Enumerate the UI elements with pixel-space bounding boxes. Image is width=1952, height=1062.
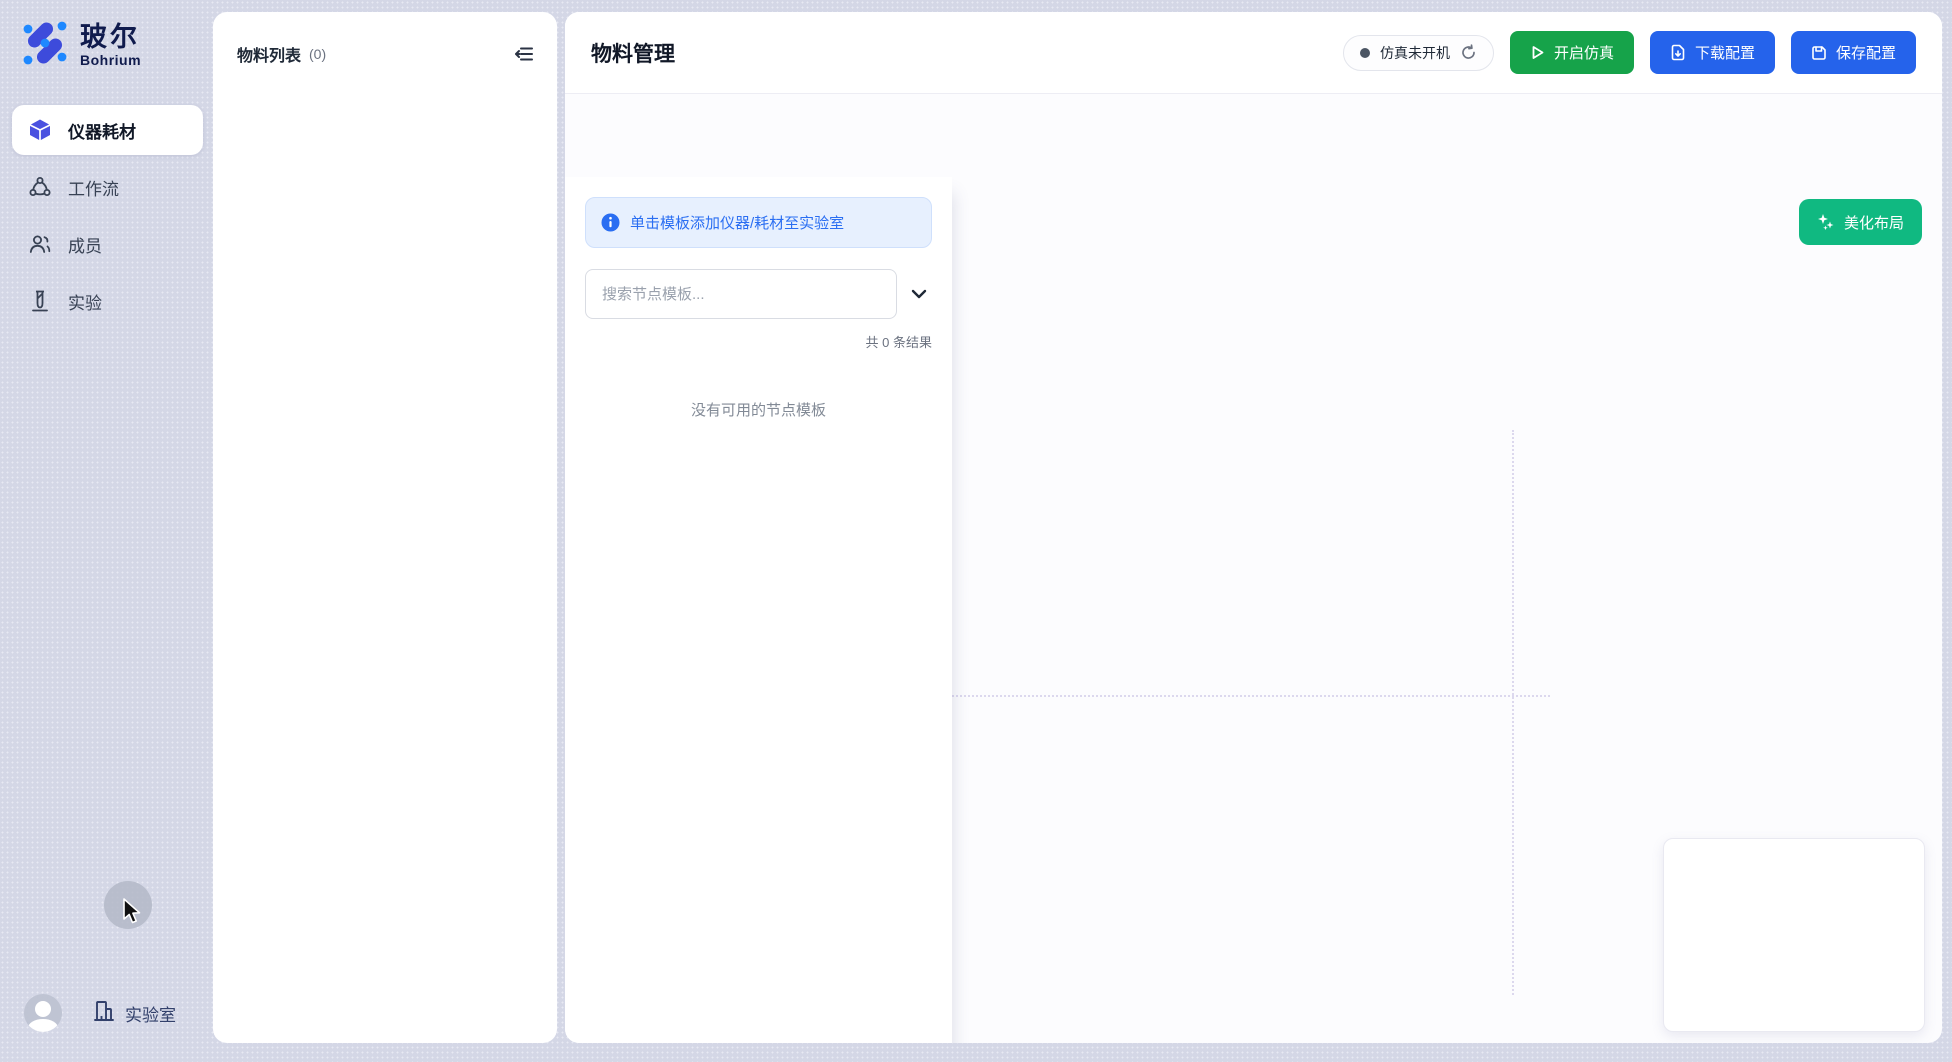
material-list-count: (0)	[309, 46, 326, 62]
template-hint-banner: 单击模板添加仪器/耗材至实验室	[585, 197, 932, 248]
workflow-icon	[28, 175, 52, 199]
main-header: 物料管理 仿真未开机 开启仿真	[565, 12, 1942, 94]
lab-entry-label: 实验室	[125, 1001, 176, 1026]
material-list-panel: 物料列表 (0)	[213, 12, 557, 1043]
canvas[interactable]: 单击模板添加仪器/耗材至实验室 共 0 条结果 没有可用的节点模板	[565, 94, 1942, 1043]
template-result-count: 共 0 条结果	[585, 332, 932, 351]
experiment-icon	[28, 289, 52, 313]
canvas-guide-horizontal	[952, 695, 1550, 697]
play-icon	[1530, 45, 1545, 60]
save-config-label: 保存配置	[1836, 42, 1896, 63]
download-file-icon	[1670, 44, 1686, 61]
save-config-button[interactable]: 保存配置	[1791, 31, 1916, 74]
sidebar-footer: 实验室	[24, 994, 176, 1032]
template-search-input[interactable]	[585, 269, 897, 319]
sidebar-item-label: 仪器耗材	[68, 118, 136, 143]
template-tool-panel: 单击模板添加仪器/耗材至实验室 共 0 条结果 没有可用的节点模板	[565, 177, 952, 1043]
simulation-status-badge[interactable]: 仿真未开机	[1343, 35, 1494, 71]
brand-name: 玻尔	[80, 23, 141, 51]
simulation-status-label: 仿真未开机	[1380, 43, 1450, 63]
collapse-panel-icon[interactable]	[513, 43, 535, 65]
info-icon	[601, 213, 620, 232]
template-empty-text: 没有可用的节点模板	[585, 399, 932, 420]
sidebar-item-label: 成员	[68, 232, 102, 257]
save-icon	[1811, 45, 1827, 61]
start-simulation-label: 开启仿真	[1554, 42, 1614, 63]
beautify-layout-button[interactable]: 美化布局	[1799, 199, 1922, 245]
sidebar-nav: 仪器耗材 工作流 成员	[12, 105, 203, 326]
sidebar-item-label: 工作流	[68, 175, 119, 200]
download-config-button[interactable]: 下载配置	[1650, 31, 1775, 74]
template-search-row	[585, 269, 932, 319]
cube-icon	[28, 118, 52, 142]
material-list-header: 物料列表 (0)	[213, 12, 557, 66]
minimap-panel[interactable]	[1663, 838, 1925, 1032]
beautify-layout-label: 美化布局	[1844, 212, 1904, 233]
material-list-title: 物料列表	[237, 42, 301, 66]
main-panel: 物料管理 仿真未开机 开启仿真	[565, 12, 1942, 1043]
page-title: 物料管理	[591, 38, 675, 68]
chevron-down-icon[interactable]	[909, 284, 929, 304]
template-hint-text: 单击模板添加仪器/耗材至实验室	[630, 212, 844, 233]
brand: 玻尔 Bohrium	[12, 18, 203, 73]
sidebar-item-instruments[interactable]: 仪器耗材	[12, 105, 203, 155]
brand-subtitle: Bohrium	[80, 52, 141, 68]
sidebar-item-members[interactable]: 成员	[12, 219, 203, 269]
mouse-cursor	[122, 898, 148, 931]
building-icon	[92, 999, 116, 1028]
canvas-guide-vertical	[1512, 430, 1514, 995]
sparkles-icon	[1817, 213, 1835, 231]
members-icon	[28, 232, 52, 256]
status-dot-icon	[1360, 48, 1370, 58]
download-config-label: 下载配置	[1695, 42, 1755, 63]
sidebar-item-experiments[interactable]: 实验	[12, 276, 203, 326]
lab-entry[interactable]: 实验室	[92, 999, 176, 1028]
user-avatar[interactable]	[24, 994, 62, 1032]
sidebar-item-workflow[interactable]: 工作流	[12, 162, 203, 212]
bohrium-logo-icon	[20, 18, 70, 73]
refresh-icon[interactable]	[1460, 44, 1477, 61]
brand-text: 玻尔 Bohrium	[80, 23, 141, 67]
header-actions: 仿真未开机 开启仿真	[1343, 31, 1916, 74]
sidebar-item-label: 实验	[68, 289, 102, 314]
start-simulation-button[interactable]: 开启仿真	[1510, 31, 1634, 74]
